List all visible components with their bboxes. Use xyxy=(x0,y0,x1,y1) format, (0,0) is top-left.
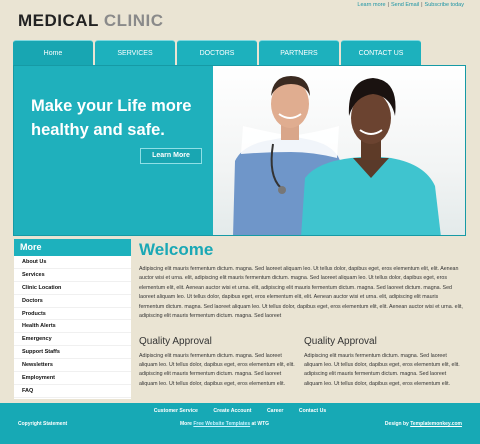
designer-link[interactable]: Templatemonkey.com xyxy=(410,421,462,427)
sidebar-item-support-staffs[interactable]: Support Staffs xyxy=(14,346,131,360)
footer-more: More Free Website Templates at WTG xyxy=(180,421,269,427)
sidebar-item-emergency[interactable]: Emergency xyxy=(14,333,131,347)
welcome-paragraph: Adipiscing elit mauris fermentum dictum.… xyxy=(139,266,463,320)
doctors-illustration xyxy=(233,76,441,235)
main-nav: Home SERVICES DOCTORS PARTNERS CONTACT U… xyxy=(13,40,421,65)
footer-more-suffix: at WTG xyxy=(251,421,270,427)
top-link-learn-more[interactable]: Learn more xyxy=(357,2,385,8)
main-content: Welcome Adipiscing elit mauris fermentum… xyxy=(139,240,464,321)
hero-photo-doctors xyxy=(213,66,465,235)
nav-tab-services[interactable]: SERVICES xyxy=(95,40,175,65)
column-1-paragraph: Adipiscing elit mauris fermentum dictum.… xyxy=(139,353,295,387)
footer-links: Customer Service Create Account Career C… xyxy=(0,408,480,414)
logo-clinic: CLINIC xyxy=(103,11,164,30)
top-link-subscribe[interactable]: Subscribe today xyxy=(425,2,464,8)
footer: Customer Service Create Account Career C… xyxy=(0,403,480,444)
footer-design: Design by Templatemonkey.com xyxy=(385,421,462,427)
sidebar-item-services[interactable]: Services xyxy=(14,269,131,282)
sidebar-item-faq[interactable]: FAQ xyxy=(14,385,131,398)
footer-link-create-account[interactable]: Create Account xyxy=(213,408,251,414)
sidebar-item-clinic-location[interactable]: Clinic Location xyxy=(14,282,131,295)
sidebar: More About Us Services Clinic Location D… xyxy=(14,239,131,399)
nav-tab-partners[interactable]: PARTNERS xyxy=(259,40,339,65)
sidebar-item-health-alerts[interactable]: Health Alerts xyxy=(14,320,131,334)
site-logo[interactable]: MEDICAL CLINIC xyxy=(18,11,164,31)
top-links: Learn more | Send Email | Subscribe today xyxy=(357,2,464,8)
column-2-title: Quality Approval xyxy=(304,336,377,347)
sidebar-title: More xyxy=(14,239,131,256)
page: MEDICAL CLINIC Learn more | Send Email | Sub… xyxy=(0,0,480,444)
sidebar-item-employment[interactable]: Employment xyxy=(14,372,131,385)
learn-more-button[interactable]: Learn More xyxy=(140,148,202,164)
header: MEDICAL CLINIC Learn more | Send Email | Sub… xyxy=(0,0,480,40)
column-2-paragraph: Adipiscing elit mauris fermentum dictum.… xyxy=(304,353,460,387)
column-1-title: Quality Approval xyxy=(139,336,212,347)
hero-headline: Make your Life more healthy and safe. xyxy=(31,97,192,139)
footer-link-career[interactable]: Career xyxy=(267,408,283,414)
nav-tab-contact-us[interactable]: CONTACT US xyxy=(341,40,421,65)
sidebar-item-newsletters[interactable]: Newsletters xyxy=(14,359,131,373)
sidebar-item-products[interactable]: Products xyxy=(14,308,131,321)
footer-link-customer-service[interactable]: Customer Service xyxy=(154,408,198,414)
welcome-title: Welcome xyxy=(139,240,214,259)
top-link-send-email[interactable]: Send Email xyxy=(391,2,419,8)
nav-tab-home[interactable]: Home xyxy=(13,40,93,65)
sidebar-item-about-us[interactable]: About Us xyxy=(14,256,131,269)
nav-tab-doctors[interactable]: DOCTORS xyxy=(177,40,257,65)
hero-banner: Make your Life more healthy and safe. Le… xyxy=(13,65,466,236)
copyright-statement: Copyright Statement xyxy=(18,421,68,427)
footer-link-contact-us[interactable]: Contact Us xyxy=(299,408,326,414)
logo-medical: MEDICAL xyxy=(18,11,99,30)
free-templates-link[interactable]: Free Website Templates xyxy=(193,421,250,427)
sidebar-item-doctors[interactable]: Doctors xyxy=(14,295,131,308)
footer-design-prefix: Design by xyxy=(384,421,409,427)
footer-more-prefix: More xyxy=(180,421,192,427)
